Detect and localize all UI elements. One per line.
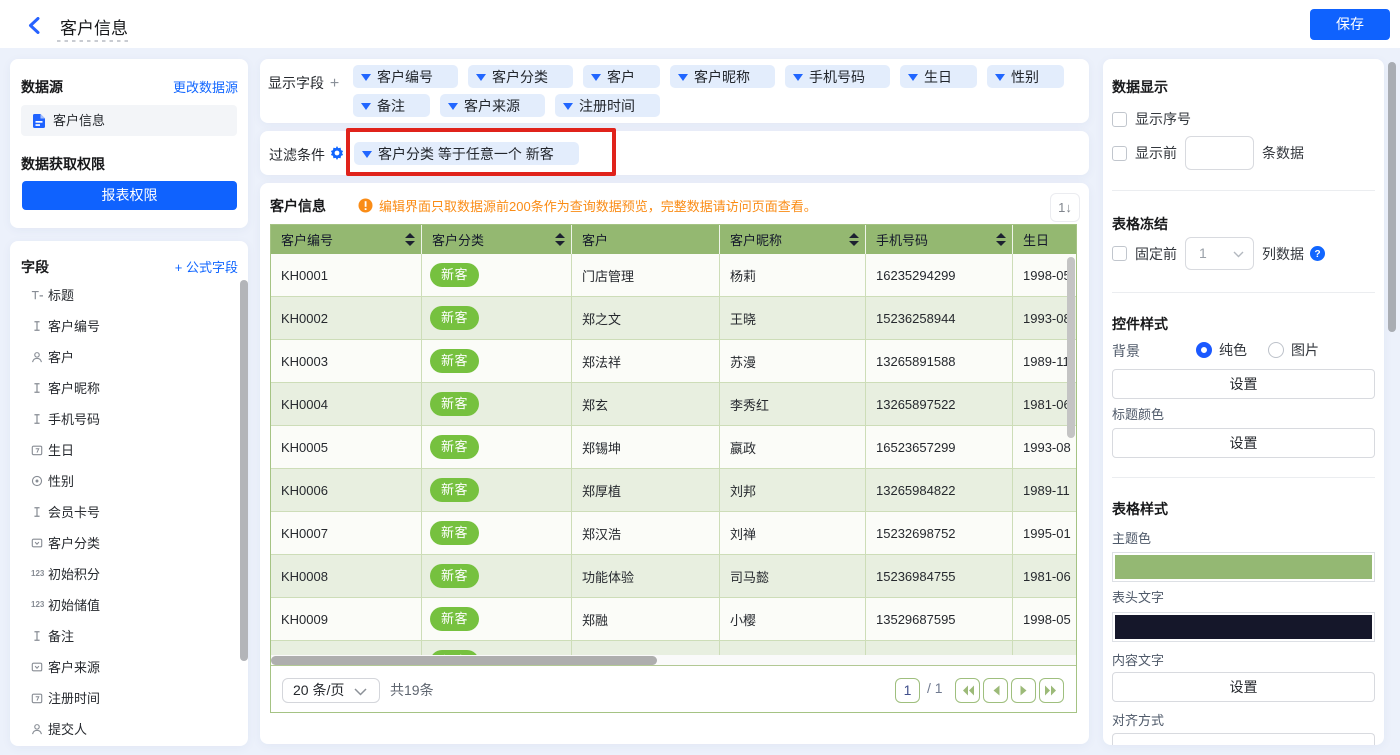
svg-text:?: ?: [1314, 249, 1320, 260]
